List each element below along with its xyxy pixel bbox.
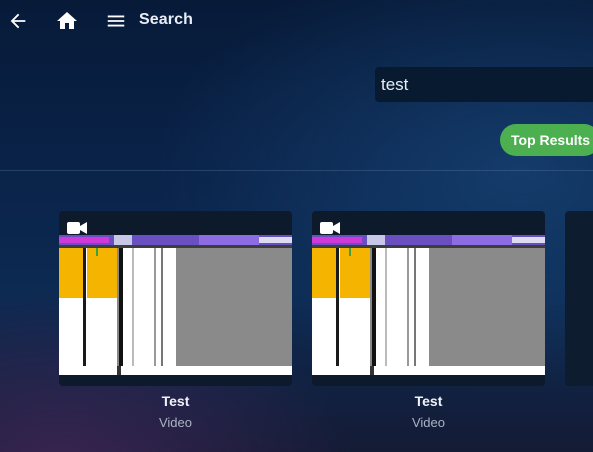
video-thumbnail <box>312 235 545 375</box>
card-image-frame <box>59 211 292 386</box>
card-subtitle: Video <box>158 415 192 430</box>
search-box[interactable] <box>375 67 593 102</box>
result-card-partial[interactable] <box>565 211 593 386</box>
card-title: Test <box>414 393 443 409</box>
card-subtitle: Video <box>411 415 445 430</box>
page-title: Search <box>139 11 193 28</box>
home-button[interactable] <box>54 8 80 34</box>
card-image-frame <box>312 211 545 386</box>
top-bar: Search <box>0 0 593 42</box>
card-title: Test <box>161 393 190 409</box>
filter-chip-top-results[interactable]: Top Results <box>500 124 593 156</box>
menu-button[interactable] <box>103 8 129 34</box>
video-camera-icon <box>320 222 340 234</box>
divider <box>0 170 593 171</box>
back-button[interactable] <box>5 8 31 34</box>
arrow-left-icon <box>10 13 26 29</box>
hamburger-menu-icon <box>107 15 125 27</box>
result-card[interactable]: Test Video <box>312 211 545 430</box>
video-thumbnail <box>59 235 292 375</box>
video-camera-icon <box>67 222 87 234</box>
home-icon <box>57 12 77 29</box>
result-card[interactable]: Test Video <box>59 211 292 430</box>
search-input[interactable] <box>381 74 593 95</box>
